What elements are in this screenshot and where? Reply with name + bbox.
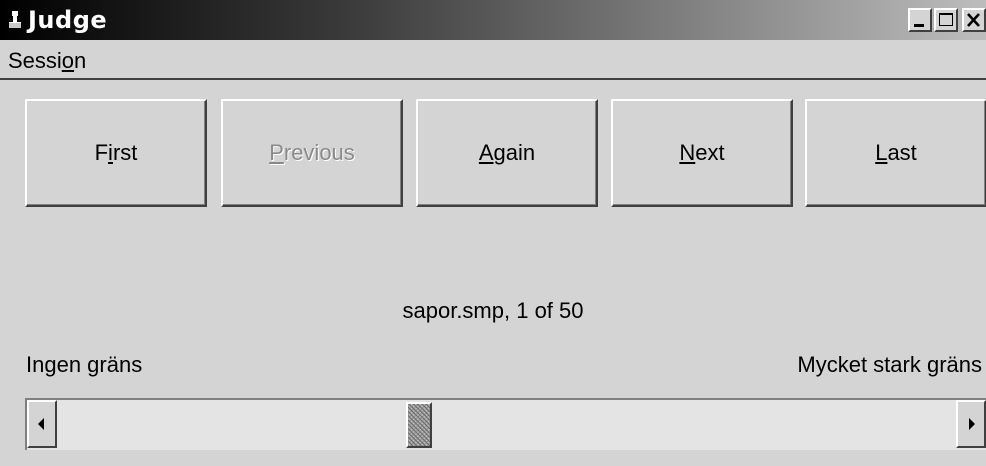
last-label-rest: ast xyxy=(887,140,917,165)
menu-session[interactable]: Session xyxy=(8,48,86,74)
window-title: Judge xyxy=(28,6,108,34)
first-label: F xyxy=(94,140,109,165)
again-mnemonic: A xyxy=(478,140,494,165)
next-mnemonic: N xyxy=(679,140,696,165)
menu-bar: Session xyxy=(0,40,986,80)
rating-scrollbar[interactable] xyxy=(25,398,986,450)
close-icon xyxy=(967,13,980,27)
scroll-left-button[interactable] xyxy=(27,400,57,448)
again-label-rest: gain xyxy=(493,140,536,165)
last-button[interactable]: Last xyxy=(805,99,986,207)
first-label-rest: rst xyxy=(112,140,138,165)
next-button[interactable]: Next xyxy=(611,99,793,207)
previous-mnemonic: P xyxy=(269,140,284,165)
again-button[interactable]: Again xyxy=(416,99,598,207)
last-mnemonic: L xyxy=(875,140,888,165)
first-button[interactable]: Fi rst xyxy=(25,99,207,207)
scale-right-label: Mycket stark gräns xyxy=(797,352,982,377)
maximize-button[interactable] xyxy=(934,8,958,32)
menu-session-label: Sessi xyxy=(8,48,62,73)
next-label-rest: ext xyxy=(695,140,725,165)
arrow-left-icon xyxy=(38,418,44,430)
previous-label-rest: revious xyxy=(283,140,355,165)
scrollbar-thumb[interactable] xyxy=(406,402,433,448)
maximize-icon xyxy=(939,13,953,26)
menu-session-mnemonic: o xyxy=(61,48,75,73)
minimize-button[interactable] xyxy=(908,8,932,32)
arrow-right-icon xyxy=(969,418,975,430)
minimize-icon xyxy=(914,24,924,27)
judge-gavel-icon xyxy=(6,10,24,30)
scale-left-label: Ingen gräns xyxy=(26,352,143,377)
judge-window: Judge Session First Previous Again Next xyxy=(0,0,986,466)
menu-session-label-rest: n xyxy=(74,48,87,73)
close-button[interactable] xyxy=(962,8,986,32)
sample-status-text: sapor.smp, 1 of 50 xyxy=(402,298,584,323)
title-bar[interactable]: Judge xyxy=(0,0,986,40)
scroll-right-button[interactable] xyxy=(956,400,986,448)
previous-button[interactable]: Previous xyxy=(221,99,403,207)
